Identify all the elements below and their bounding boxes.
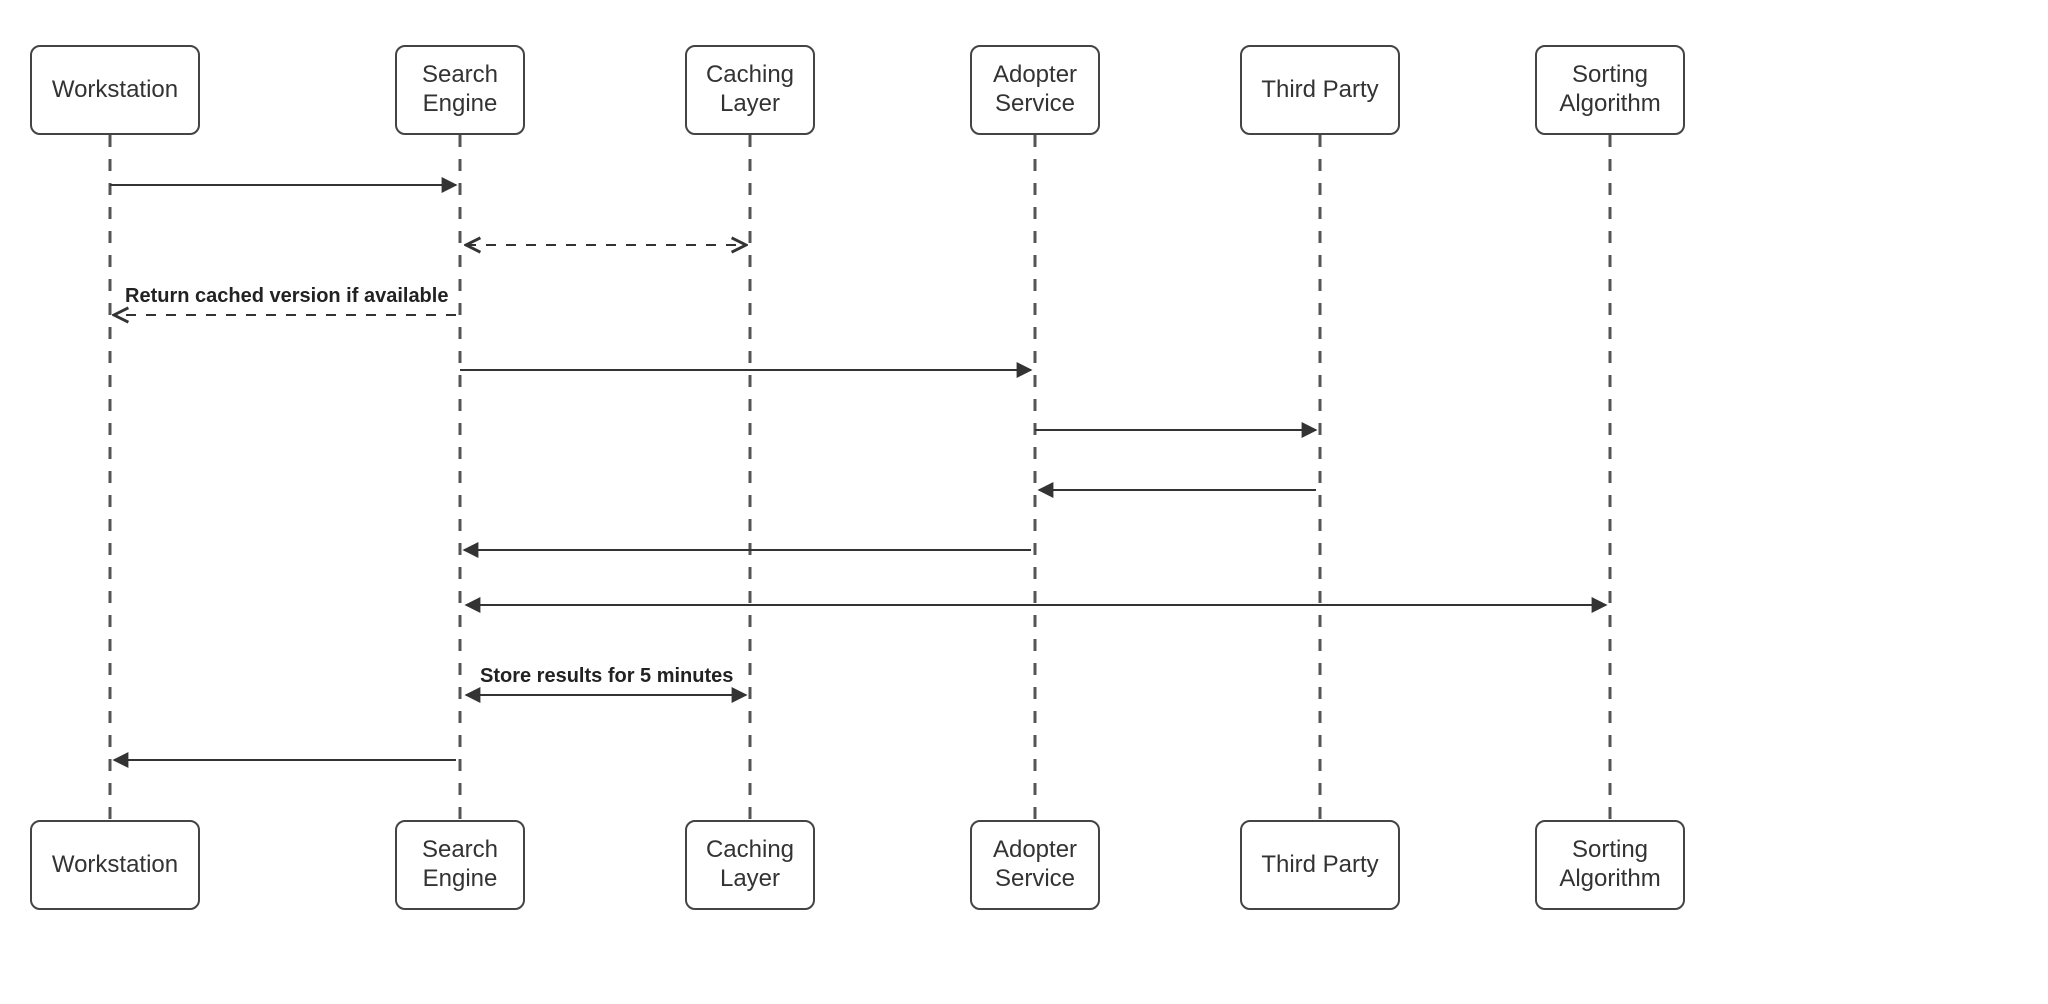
participant-search-engine-top: SearchEngine: [395, 45, 525, 135]
participant-third-party-bottom: Third Party: [1240, 820, 1400, 910]
participant-workstation-top: Workstation: [30, 45, 200, 135]
participant-adopter-service-bottom: AdopterService: [970, 820, 1100, 910]
participant-label: Third Party: [1261, 76, 1378, 105]
participant-label: CachingLayer: [706, 836, 794, 894]
participant-adopter-service-top: AdopterService: [970, 45, 1100, 135]
participant-label: SortingAlgorithm: [1559, 61, 1660, 119]
participant-third-party-top: Third Party: [1240, 45, 1400, 135]
participant-sorting-algorithm-bottom: SortingAlgorithm: [1535, 820, 1685, 910]
label-store-results: Store results for 5 minutes: [480, 665, 733, 688]
participant-workstation-bottom: Workstation: [30, 820, 200, 910]
participant-label: SearchEngine: [422, 61, 498, 119]
participant-label: SearchEngine: [422, 836, 498, 894]
label-return-cached: Return cached version if available: [125, 285, 448, 308]
participant-label: CachingLayer: [706, 61, 794, 119]
participant-label: AdopterService: [993, 836, 1077, 894]
participant-label: AdopterService: [993, 61, 1077, 119]
participant-caching-layer-bottom: CachingLayer: [685, 820, 815, 910]
participant-search-engine-bottom: SearchEngine: [395, 820, 525, 910]
participant-label: Workstation: [52, 851, 178, 880]
participant-label: Workstation: [52, 76, 178, 105]
participant-label: Third Party: [1261, 851, 1378, 880]
participant-sorting-algorithm-top: SortingAlgorithm: [1535, 45, 1685, 135]
participant-caching-layer-top: CachingLayer: [685, 45, 815, 135]
participant-label: SortingAlgorithm: [1559, 836, 1660, 894]
